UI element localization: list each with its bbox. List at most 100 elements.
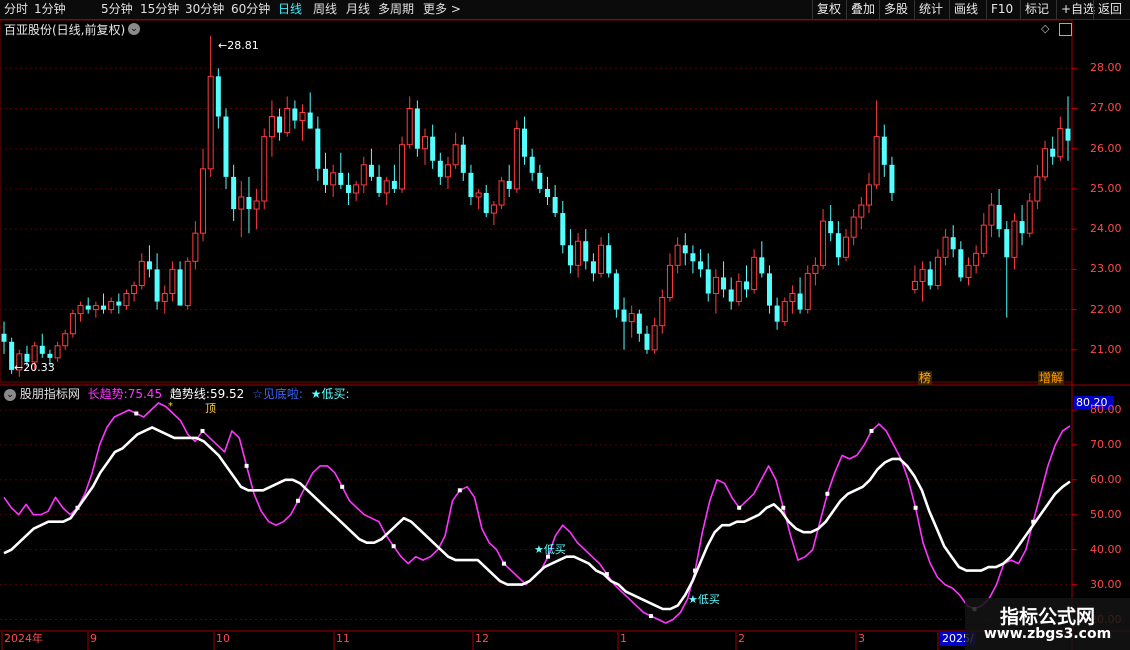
candle-body bbox=[590, 261, 596, 274]
candle-body bbox=[39, 345, 45, 354]
candle-body bbox=[552, 196, 558, 214]
candle-body bbox=[184, 260, 191, 307]
title-dropdown-icon[interactable]: ⌄ bbox=[128, 23, 140, 35]
toolbar-button-6[interactable]: 标记 bbox=[1020, 0, 1053, 19]
indicator-name[interactable]: 股朋指标网 bbox=[20, 387, 80, 401]
toolbar-button-0[interactable]: 复权 bbox=[812, 0, 845, 19]
candle-body bbox=[1019, 221, 1025, 234]
long-trend-label: 长趋势: bbox=[87, 387, 128, 401]
candle-body bbox=[169, 268, 176, 295]
period-tab-8[interactable]: 月线 bbox=[346, 0, 370, 19]
arrow-left-icon: ← bbox=[218, 39, 228, 52]
candle-body bbox=[919, 268, 926, 282]
toolbar-button-3[interactable]: 统计 bbox=[914, 0, 947, 19]
candle-body bbox=[544, 188, 550, 197]
candle-body bbox=[820, 220, 827, 266]
long-trend-marker bbox=[781, 505, 786, 510]
candle-body bbox=[613, 273, 619, 310]
price-tick-label: 22.00 bbox=[1090, 302, 1122, 316]
long-trend-marker bbox=[340, 484, 345, 489]
period-tab-7[interactable]: 周线 bbox=[313, 0, 337, 19]
candle-body bbox=[682, 245, 688, 254]
candle-body bbox=[1050, 148, 1056, 157]
indicator-tick-label: 50.00 bbox=[1090, 507, 1122, 521]
candle-body bbox=[1057, 128, 1064, 158]
candle-body bbox=[47, 353, 53, 358]
candle-body bbox=[299, 112, 306, 122]
candle-body bbox=[154, 269, 160, 302]
period-tab-10[interactable]: 更多 > bbox=[423, 0, 461, 19]
candle-body bbox=[712, 276, 719, 295]
panel-toggle-icon[interactable] bbox=[1059, 23, 1072, 36]
candle-body bbox=[674, 244, 681, 266]
price-tick-label: 27.00 bbox=[1090, 101, 1122, 115]
top-signal-tag: 顶 bbox=[205, 402, 216, 415]
date-tick-label: 9 bbox=[90, 632, 97, 645]
long-trend-marker bbox=[296, 498, 301, 503]
toolbar-button-5[interactable]: F10 bbox=[986, 0, 1017, 19]
diamond-icon[interactable]: ◇ bbox=[1041, 22, 1049, 36]
period-tab-9[interactable]: 多周期 bbox=[378, 0, 414, 19]
long-trend-marker bbox=[200, 428, 205, 433]
candle-body bbox=[399, 144, 406, 190]
candle-body bbox=[927, 269, 933, 286]
toolbar-button-1[interactable]: 叠加 bbox=[846, 0, 879, 19]
watermark-title: 指标公式网 bbox=[999, 606, 1095, 628]
candle-body bbox=[583, 241, 589, 262]
long-trend-marker bbox=[913, 505, 918, 510]
candle-body bbox=[360, 164, 367, 186]
candle-body bbox=[973, 252, 980, 266]
candle-body bbox=[1065, 128, 1071, 141]
stock-title[interactable]: 百亚股份(日线,前复权) bbox=[4, 23, 125, 37]
candle-body bbox=[338, 172, 344, 185]
long-trend-marker bbox=[737, 505, 742, 510]
long-trend-marker bbox=[391, 544, 396, 549]
top-star-icon: * bbox=[168, 401, 173, 412]
period-tab-4[interactable]: 30分钟 bbox=[185, 0, 224, 19]
candle-body bbox=[116, 301, 122, 306]
candle-body bbox=[414, 108, 420, 149]
buy-signal-tag-2: ★低买 bbox=[688, 593, 720, 606]
toolbar-button-4[interactable]: 画线 bbox=[949, 0, 982, 19]
price-tick-label: 28.00 bbox=[1090, 61, 1122, 75]
period-tab-6[interactable]: 日线 bbox=[278, 0, 302, 19]
indicator-tick-label: 80.00 bbox=[1090, 402, 1122, 416]
candle-body bbox=[490, 204, 497, 214]
candle-body bbox=[330, 172, 337, 186]
candle-body bbox=[246, 196, 252, 210]
long-trend-line bbox=[3, 402, 1071, 624]
candle-body bbox=[452, 144, 459, 166]
bang-marker[interactable]: 榜 bbox=[918, 371, 933, 385]
indicator-dropdown-icon[interactable]: ⌄ bbox=[4, 388, 16, 401]
period-tab-1[interactable]: 1分钟 bbox=[34, 0, 66, 19]
long-trend-marker bbox=[1031, 519, 1036, 524]
watermark-url: www.zbgs3.com bbox=[983, 626, 1112, 642]
period-tab-5[interactable]: 60分钟 bbox=[231, 0, 270, 19]
candle-body bbox=[934, 256, 941, 286]
candle-body bbox=[804, 272, 811, 311]
date-tick-label: 12 bbox=[475, 632, 489, 645]
candle-body bbox=[766, 273, 772, 306]
candle-body bbox=[705, 269, 711, 294]
candle-body bbox=[207, 75, 214, 170]
indicator-tick-label: 70.00 bbox=[1090, 437, 1122, 451]
toolbar-button-2[interactable]: 多股 bbox=[879, 0, 912, 19]
candle-body bbox=[1004, 229, 1010, 258]
candle-body bbox=[735, 280, 742, 303]
candle-body bbox=[850, 216, 857, 238]
period-tab-0[interactable]: 分时 bbox=[4, 0, 28, 19]
candle-body bbox=[728, 289, 734, 302]
low-price-label: ←20.33 bbox=[14, 361, 55, 374]
date-tick-label: 3 bbox=[858, 632, 865, 645]
long-trend-marker bbox=[648, 614, 653, 619]
candle-body bbox=[690, 253, 696, 262]
candle-body bbox=[598, 244, 605, 274]
candle-body bbox=[92, 305, 99, 311]
zengjian-marker[interactable]: 增解 bbox=[1038, 371, 1065, 385]
period-tab-2[interactable]: 5分钟 bbox=[101, 0, 133, 19]
price-panel-frame bbox=[0, 20, 1073, 383]
candle-body bbox=[529, 156, 535, 173]
period-tab-3[interactable]: 15分钟 bbox=[140, 0, 179, 19]
toolbar-button-8[interactable]: 返回 bbox=[1093, 0, 1126, 19]
candle-body bbox=[468, 172, 474, 197]
